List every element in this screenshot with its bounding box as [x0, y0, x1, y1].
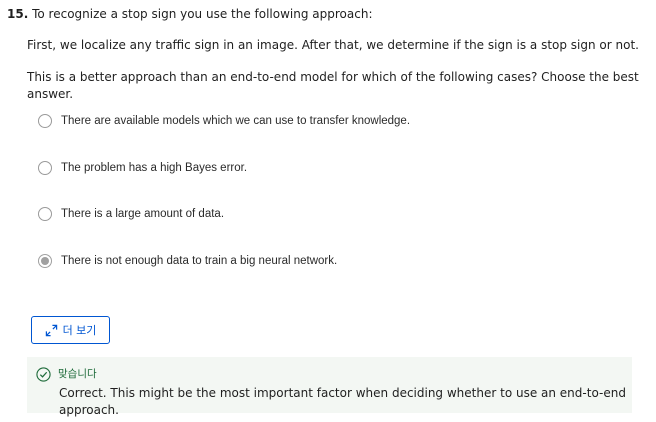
radio-button[interactable] — [38, 207, 52, 221]
question-paragraph-1: First, we localize any traffic sign in a… — [27, 38, 639, 52]
more-button[interactable]: 더 보기 — [31, 316, 110, 344]
check-circle-icon — [36, 367, 51, 382]
feedback-text: Correct. This might be the most importan… — [59, 386, 626, 417]
option-4[interactable]: There is not enough data to train a big … — [38, 254, 337, 268]
more-button-label: 더 보기 — [62, 324, 97, 337]
radio-button[interactable] — [38, 161, 52, 175]
option-label: There are available models which we can … — [61, 115, 411, 127]
option-2[interactable]: The problem has a high Bayes error. — [38, 161, 247, 175]
question-paragraph-2: This is a better approach than an end-to… — [27, 70, 639, 101]
radio-button[interactable] — [38, 114, 52, 128]
feedback-panel: 맞습니다 Correct. This might be the most imp… — [27, 357, 632, 417]
question-text: To recognize a stop sign you use the fol… — [32, 7, 373, 21]
expand-arrows-icon — [45, 324, 57, 336]
option-label: The problem has a high Bayes error. — [61, 162, 248, 174]
radio-button[interactable] — [38, 254, 52, 268]
question-title: 15. To recognize a stop sign you use the… — [7, 6, 373, 23]
option-1[interactable]: There are available models which we can … — [38, 114, 410, 128]
option-label: There is not enough data to train a big … — [61, 255, 338, 267]
option-3[interactable]: There is a large amount of data. — [38, 207, 224, 221]
feedback-status: 맞습니다 — [58, 368, 97, 380]
option-label: There is a large amount of data. — [61, 208, 225, 220]
question-number: 15. — [7, 7, 29, 21]
